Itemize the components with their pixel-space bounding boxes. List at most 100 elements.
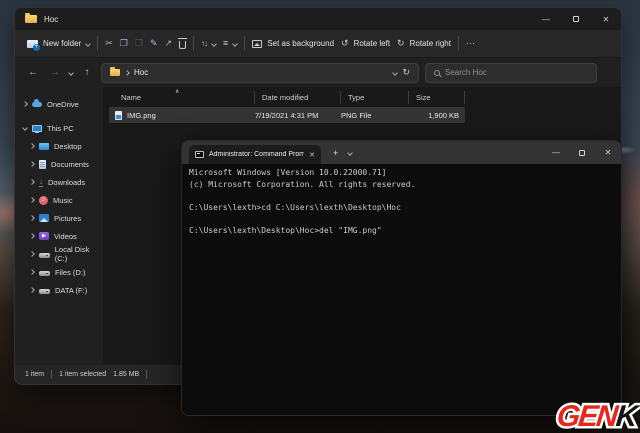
collapse-chevron-icon[interactable]: [22, 125, 28, 131]
sidebar-item-documents[interactable]: Documents: [15, 155, 103, 173]
terminal-tab-active[interactable]: Administrator: Command Prom ✕: [189, 145, 321, 164]
expand-chevron-icon[interactable]: [29, 161, 35, 167]
genk-gen: GEN: [556, 400, 618, 433]
refresh-button[interactable]: ↻: [402, 67, 410, 78]
status-divider: [51, 370, 52, 379]
search-input[interactable]: Search Hoc: [425, 63, 597, 83]
terminal-output[interactable]: Microsoft Windows [Version 10.0.22000.71…: [182, 164, 621, 237]
terminal-tab-bar: Administrator: Command Prom ✕ + — ✕: [182, 141, 621, 164]
image-icon: [252, 40, 262, 48]
column-headers: ∧ Name Date modified Type Size: [103, 90, 621, 105]
sidebar-item-files-d[interactable]: Files (D:): [15, 263, 103, 281]
breadcrumb-folder-name[interactable]: Hoc: [134, 68, 148, 77]
file-row-img-png[interactable]: IMG.png 7/19/2021 4:31 PM PNG File 1,900…: [109, 107, 465, 123]
sidebar-item-videos[interactable]: ▶ Videos: [15, 227, 103, 245]
selection-count: 1 item selected: [59, 371, 106, 378]
expand-chevron-icon[interactable]: [29, 251, 35, 257]
more-options-button[interactable]: ···: [466, 39, 475, 48]
sidebar-item-downloads[interactable]: ↓ Downloads: [15, 173, 103, 191]
sort-button[interactable]: ↑↓: [201, 39, 216, 48]
expand-chevron-icon[interactable]: [29, 143, 35, 149]
column-header-type[interactable]: Type: [341, 91, 409, 104]
rename-button[interactable]: ✎: [150, 39, 158, 48]
forward-button[interactable]: →: [47, 67, 63, 78]
cut-button[interactable]: ✂: [105, 39, 113, 48]
window-title: Hoc: [44, 15, 58, 24]
sort-ascending-icon: ∧: [175, 88, 179, 95]
close-button[interactable]: ✕: [591, 8, 621, 30]
sidebar-item-label: Music: [53, 196, 73, 205]
column-header-date-modified[interactable]: Date modified: [255, 91, 341, 104]
new-tab-button[interactable]: +: [333, 148, 338, 158]
address-bar[interactable]: Hoc ↻: [101, 63, 419, 83]
terminal-maximize-button[interactable]: [569, 141, 595, 164]
rotate-right-button[interactable]: ↻ Rotate right: [397, 39, 451, 48]
sidebar-item-label: DATA (F:): [55, 286, 87, 295]
terminal-close-button[interactable]: ✕: [595, 141, 621, 164]
expand-chevron-icon[interactable]: [29, 179, 35, 185]
view-icon: ≡: [223, 39, 228, 48]
breadcrumb-folder-icon: [110, 69, 120, 76]
explorer-title-bar: Hoc — ✕: [15, 8, 621, 30]
sidebar-item-pictures[interactable]: Pictures: [15, 209, 103, 227]
up-button[interactable]: ↑: [79, 67, 95, 78]
share-button[interactable]: ↗: [165, 39, 173, 48]
sidebar-item-label: Downloads: [48, 178, 85, 187]
recent-locations-chevron-icon[interactable]: [68, 70, 74, 76]
terminal-line: C:\Users\lexth\Desktop\Hoc>del "IMG.png": [189, 226, 621, 238]
sidebar-item-this-pc[interactable]: This PC: [15, 119, 103, 137]
toolbar-divider: [193, 36, 194, 51]
expand-chevron-icon[interactable]: [29, 215, 35, 221]
tab-close-icon[interactable]: ✕: [309, 151, 315, 159]
expand-chevron-icon[interactable]: [29, 197, 35, 203]
file-name-cell: IMG.png: [109, 111, 255, 120]
file-date-cell: 7/19/2021 4:31 PM: [255, 111, 341, 120]
rotate-left-label: Rotate left: [354, 39, 390, 48]
explorer-command-bar: New folder ✂ ❐ ❒ ✎ ↗ ↑↓ ≡ Set as backgro: [15, 30, 621, 58]
sort-icon: ↑↓: [201, 39, 207, 48]
sidebar-item-onedrive[interactable]: OneDrive: [15, 95, 103, 113]
disk-icon: [39, 271, 50, 276]
sidebar-item-label: Videos: [54, 232, 77, 241]
sidebar-item-label: Desktop: [54, 142, 82, 151]
sidebar-item-label: This PC: [47, 124, 74, 133]
desktop-wallpaper: Hoc — ✕ New folder ✂ ❐ ❒ ✎ ↗ ↑↓: [0, 0, 640, 433]
maximize-button[interactable]: [561, 8, 591, 30]
sidebar-item-music[interactable]: ♪ Music: [15, 191, 103, 209]
rotate-right-icon: ↻: [397, 39, 405, 48]
sidebar-item-desktop[interactable]: Desktop: [15, 137, 103, 155]
copy-button[interactable]: ❐: [120, 39, 128, 48]
expand-chevron-icon[interactable]: [29, 233, 35, 239]
minimize-button[interactable]: —: [531, 8, 561, 30]
delete-button[interactable]: [179, 41, 186, 49]
set-as-background-button[interactable]: Set as background: [252, 39, 334, 48]
view-button[interactable]: ≡: [223, 39, 237, 48]
expand-chevron-icon[interactable]: [29, 269, 35, 275]
sidebar-item-local-disk-c[interactable]: Local Disk (C:): [15, 245, 103, 263]
new-folder-button[interactable]: New folder: [27, 39, 90, 48]
downloads-icon: ↓: [39, 178, 43, 187]
expand-chevron-icon[interactable]: [22, 101, 28, 107]
file-name: IMG.png: [127, 111, 156, 120]
tab-dropdown-chevron-icon[interactable]: [347, 150, 353, 156]
chevron-down-icon: [211, 41, 217, 47]
expand-chevron-icon[interactable]: [29, 287, 35, 293]
genk-watermark: GENK GENK: [556, 402, 640, 432]
search-icon: [434, 70, 440, 76]
sidebar-item-data-f[interactable]: DATA (F:): [15, 281, 103, 299]
column-header-size[interactable]: Size: [409, 91, 465, 104]
file-type-cell: PNG File: [341, 111, 409, 120]
toolbar-divider: [458, 36, 459, 51]
disk-icon: [39, 253, 50, 258]
sidebar-item-label: Local Disk (C:): [55, 245, 103, 263]
sidebar-item-label: OneDrive: [47, 100, 79, 109]
genk-k: K: [615, 400, 638, 433]
rotate-left-button[interactable]: ↺ Rotate left: [341, 39, 390, 48]
terminal-minimize-button[interactable]: —: [543, 141, 569, 164]
terminal-line: Microsoft Windows [Version 10.0.22000.71…: [189, 168, 621, 180]
address-dropdown-chevron-icon[interactable]: [393, 70, 399, 76]
breadcrumb-chevron-icon: [124, 70, 130, 76]
back-button[interactable]: ←: [25, 67, 41, 78]
sidebar-item-label: Documents: [51, 160, 89, 169]
paste-button[interactable]: ❒: [135, 39, 143, 48]
